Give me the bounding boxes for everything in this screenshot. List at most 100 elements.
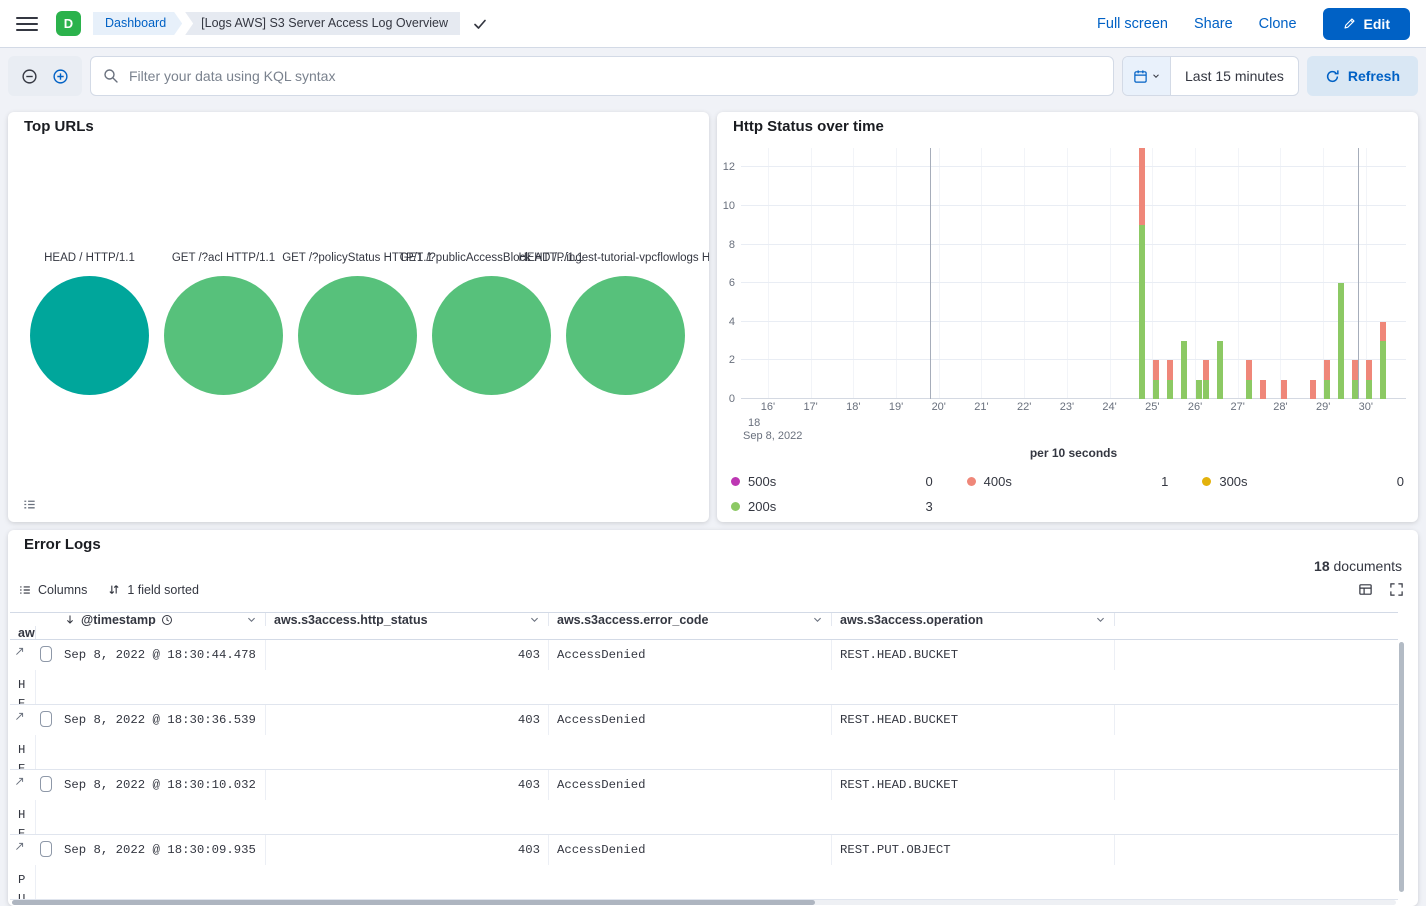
column-header-timestamp[interactable]: @timestamp <box>56 613 266 626</box>
expand-row-button[interactable] <box>10 770 36 800</box>
cell-error_code[interactable]: AccessDenied <box>549 705 832 735</box>
clone-link[interactable]: Clone <box>1259 16 1297 32</box>
legend-toggle-icon[interactable] <box>22 497 37 512</box>
share-link[interactable]: Share <box>1194 16 1233 32</box>
column-header-operation[interactable]: aws.s3access.operation <box>832 613 1115 626</box>
pie-chart[interactable]: GET /?acl HTTP/1.1 <box>164 252 283 395</box>
cell-timestamp[interactable]: Sep 8, 2022 @ 18:30:09.935 <box>56 835 266 865</box>
row-checkbox[interactable] <box>36 640 56 670</box>
bar-200s[interactable] <box>1352 380 1358 399</box>
bar-200s[interactable] <box>1380 341 1386 399</box>
bar-400s[interactable] <box>1139 148 1145 225</box>
breadcrumb-current-page[interactable]: [Logs AWS] S3 Server Access Log Overview <box>185 12 460 35</box>
bar-400s[interactable] <box>1167 360 1173 379</box>
column-menu-chevron-icon[interactable] <box>812 614 823 625</box>
cell-error_code[interactable]: AccessDenied <box>549 835 832 865</box>
cell-operation[interactable]: REST.HEAD.BUCKET <box>832 770 1115 800</box>
expand-row-button[interactable] <box>10 835 36 865</box>
full-screen-link[interactable]: Full screen <box>1097 16 1168 32</box>
cell-timestamp[interactable]: Sep 8, 2022 @ 18:30:10.032 <box>56 770 266 800</box>
cell-error_code[interactable]: AccessDenied <box>549 770 832 800</box>
vertical-scrollbar[interactable] <box>1399 642 1404 892</box>
bar-200s[interactable] <box>1217 341 1223 399</box>
horizontal-scrollbar-thumb[interactable] <box>12 900 815 905</box>
pie-slice[interactable] <box>566 276 685 395</box>
legend-item-400s[interactable]: 400s1 <box>967 474 1169 489</box>
cell-error_code[interactable]: AccessDenied <box>549 640 832 670</box>
panel-title-error-logs[interactable]: Error Logs <box>24 536 101 553</box>
pie-slice[interactable] <box>30 276 149 395</box>
bar-400s[interactable] <box>1203 360 1209 379</box>
panel-title-top-urls[interactable]: Top URLs <box>24 118 94 135</box>
bar-200s[interactable] <box>1153 380 1159 399</box>
display-options-icon[interactable] <box>1358 582 1373 597</box>
space-avatar[interactable]: D <box>56 11 81 36</box>
expand-row-button[interactable] <box>10 640 36 670</box>
cell-timestamp[interactable]: Sep 8, 2022 @ 18:30:36.539 <box>56 705 266 735</box>
bar-400s[interactable] <box>1310 380 1316 399</box>
bar-200s[interactable] <box>1246 380 1252 399</box>
cell-timestamp[interactable]: Sep 8, 2022 @ 18:30:44.478 <box>56 640 266 670</box>
pie-slice[interactable] <box>432 276 551 395</box>
horizontal-scrollbar[interactable] <box>12 900 1396 905</box>
fullscreen-grid-icon[interactable] <box>1389 582 1404 597</box>
refresh-button[interactable]: Refresh <box>1307 56 1418 96</box>
legend-item-500s[interactable]: 500s0 <box>731 474 933 489</box>
bar-400s[interactable] <box>1324 360 1330 379</box>
bar-200s[interactable] <box>1196 380 1202 399</box>
pie-slice[interactable] <box>164 276 283 395</box>
row-checkbox[interactable] <box>36 770 56 800</box>
cell-operation[interactable]: REST.HEAD.BUCKET <box>832 705 1115 735</box>
circle-plus-icon[interactable] <box>52 68 69 85</box>
expand-row-button[interactable] <box>10 705 36 735</box>
bar-400s[interactable] <box>1380 322 1386 341</box>
cell-http_status[interactable]: 403 <box>266 770 549 800</box>
bar-400s[interactable] <box>1246 360 1252 379</box>
bar-200s[interactable] <box>1167 380 1173 399</box>
cell-request_uri[interactable]: HEAD / HTTP/1.1 <box>10 735 36 769</box>
column-header-http_status[interactable]: aws.s3access.http_status <box>266 613 549 626</box>
kql-input[interactable] <box>91 57 1113 95</box>
cell-operation[interactable]: REST.PUT.OBJECT <box>832 835 1115 865</box>
pie-chart[interactable]: GET /?publicAccessBlock HTTP/1.1 <box>432 252 551 395</box>
column-header-error_code[interactable]: aws.s3access.error_code <box>549 613 832 626</box>
circle-minus-icon[interactable] <box>21 68 38 85</box>
breadcrumb-dashboard[interactable]: Dashboard <box>93 12 182 35</box>
pie-chart[interactable]: GET /?policyStatus HTTP/1.1 <box>298 252 417 395</box>
menu-icon[interactable] <box>16 17 38 31</box>
columns-button[interactable]: Columns <box>18 583 87 597</box>
cell-http_status[interactable]: 403 <box>266 835 549 865</box>
column-header-request_uri[interactable]: aws.s3access.request_uri <box>10 626 36 639</box>
bar-200s[interactable] <box>1203 380 1209 399</box>
bar-400s[interactable] <box>1153 360 1159 379</box>
column-menu-chevron-icon[interactable] <box>1095 614 1106 625</box>
pie-chart[interactable]: HEAD / HTTP/1.1 <box>30 252 149 395</box>
cell-request_uri[interactable]: HEAD / HTTP/1.1 <box>10 800 36 834</box>
row-checkbox[interactable] <box>36 835 56 865</box>
edit-button[interactable]: Edit <box>1323 8 1410 40</box>
bar-400s[interactable] <box>1366 360 1372 379</box>
bar-400s[interactable] <box>1281 380 1287 399</box>
cell-http_status[interactable]: 403 <box>266 705 549 735</box>
legend-item-200s[interactable]: 200s3 <box>731 499 933 514</box>
pie-chart[interactable]: HEAD /...ingest-tutorial-vpcflowlogs HTT… <box>566 252 685 395</box>
bar-200s[interactable] <box>1338 283 1344 399</box>
pie-slice[interactable] <box>298 276 417 395</box>
bar-200s[interactable] <box>1366 380 1372 399</box>
sort-fields-button[interactable]: 1 field sorted <box>107 583 199 597</box>
legend-item-300s[interactable]: 300s0 <box>1202 474 1404 489</box>
column-menu-chevron-icon[interactable] <box>529 614 540 625</box>
time-range-display[interactable]: Last 15 minutes <box>1171 68 1298 84</box>
cell-request_uri[interactable]: HEAD / HTTP/1.1 <box>10 670 36 704</box>
cell-http_status[interactable]: 403 <box>266 640 549 670</box>
bar-200s[interactable] <box>1139 225 1145 399</box>
bar-200s[interactable] <box>1181 341 1187 399</box>
cell-request_uri[interactable]: PUT /AWSLogs//vpcflowlogs/us-west-... <box>10 865 36 899</box>
bar-200s[interactable] <box>1324 380 1330 399</box>
bar-400s[interactable] <box>1352 360 1358 379</box>
cell-operation[interactable]: REST.HEAD.BUCKET <box>832 640 1115 670</box>
panel-title-http-status[interactable]: Http Status over time <box>733 118 884 135</box>
column-menu-chevron-icon[interactable] <box>246 614 257 625</box>
row-checkbox[interactable] <box>36 705 56 735</box>
bar-400s[interactable] <box>1260 380 1266 399</box>
